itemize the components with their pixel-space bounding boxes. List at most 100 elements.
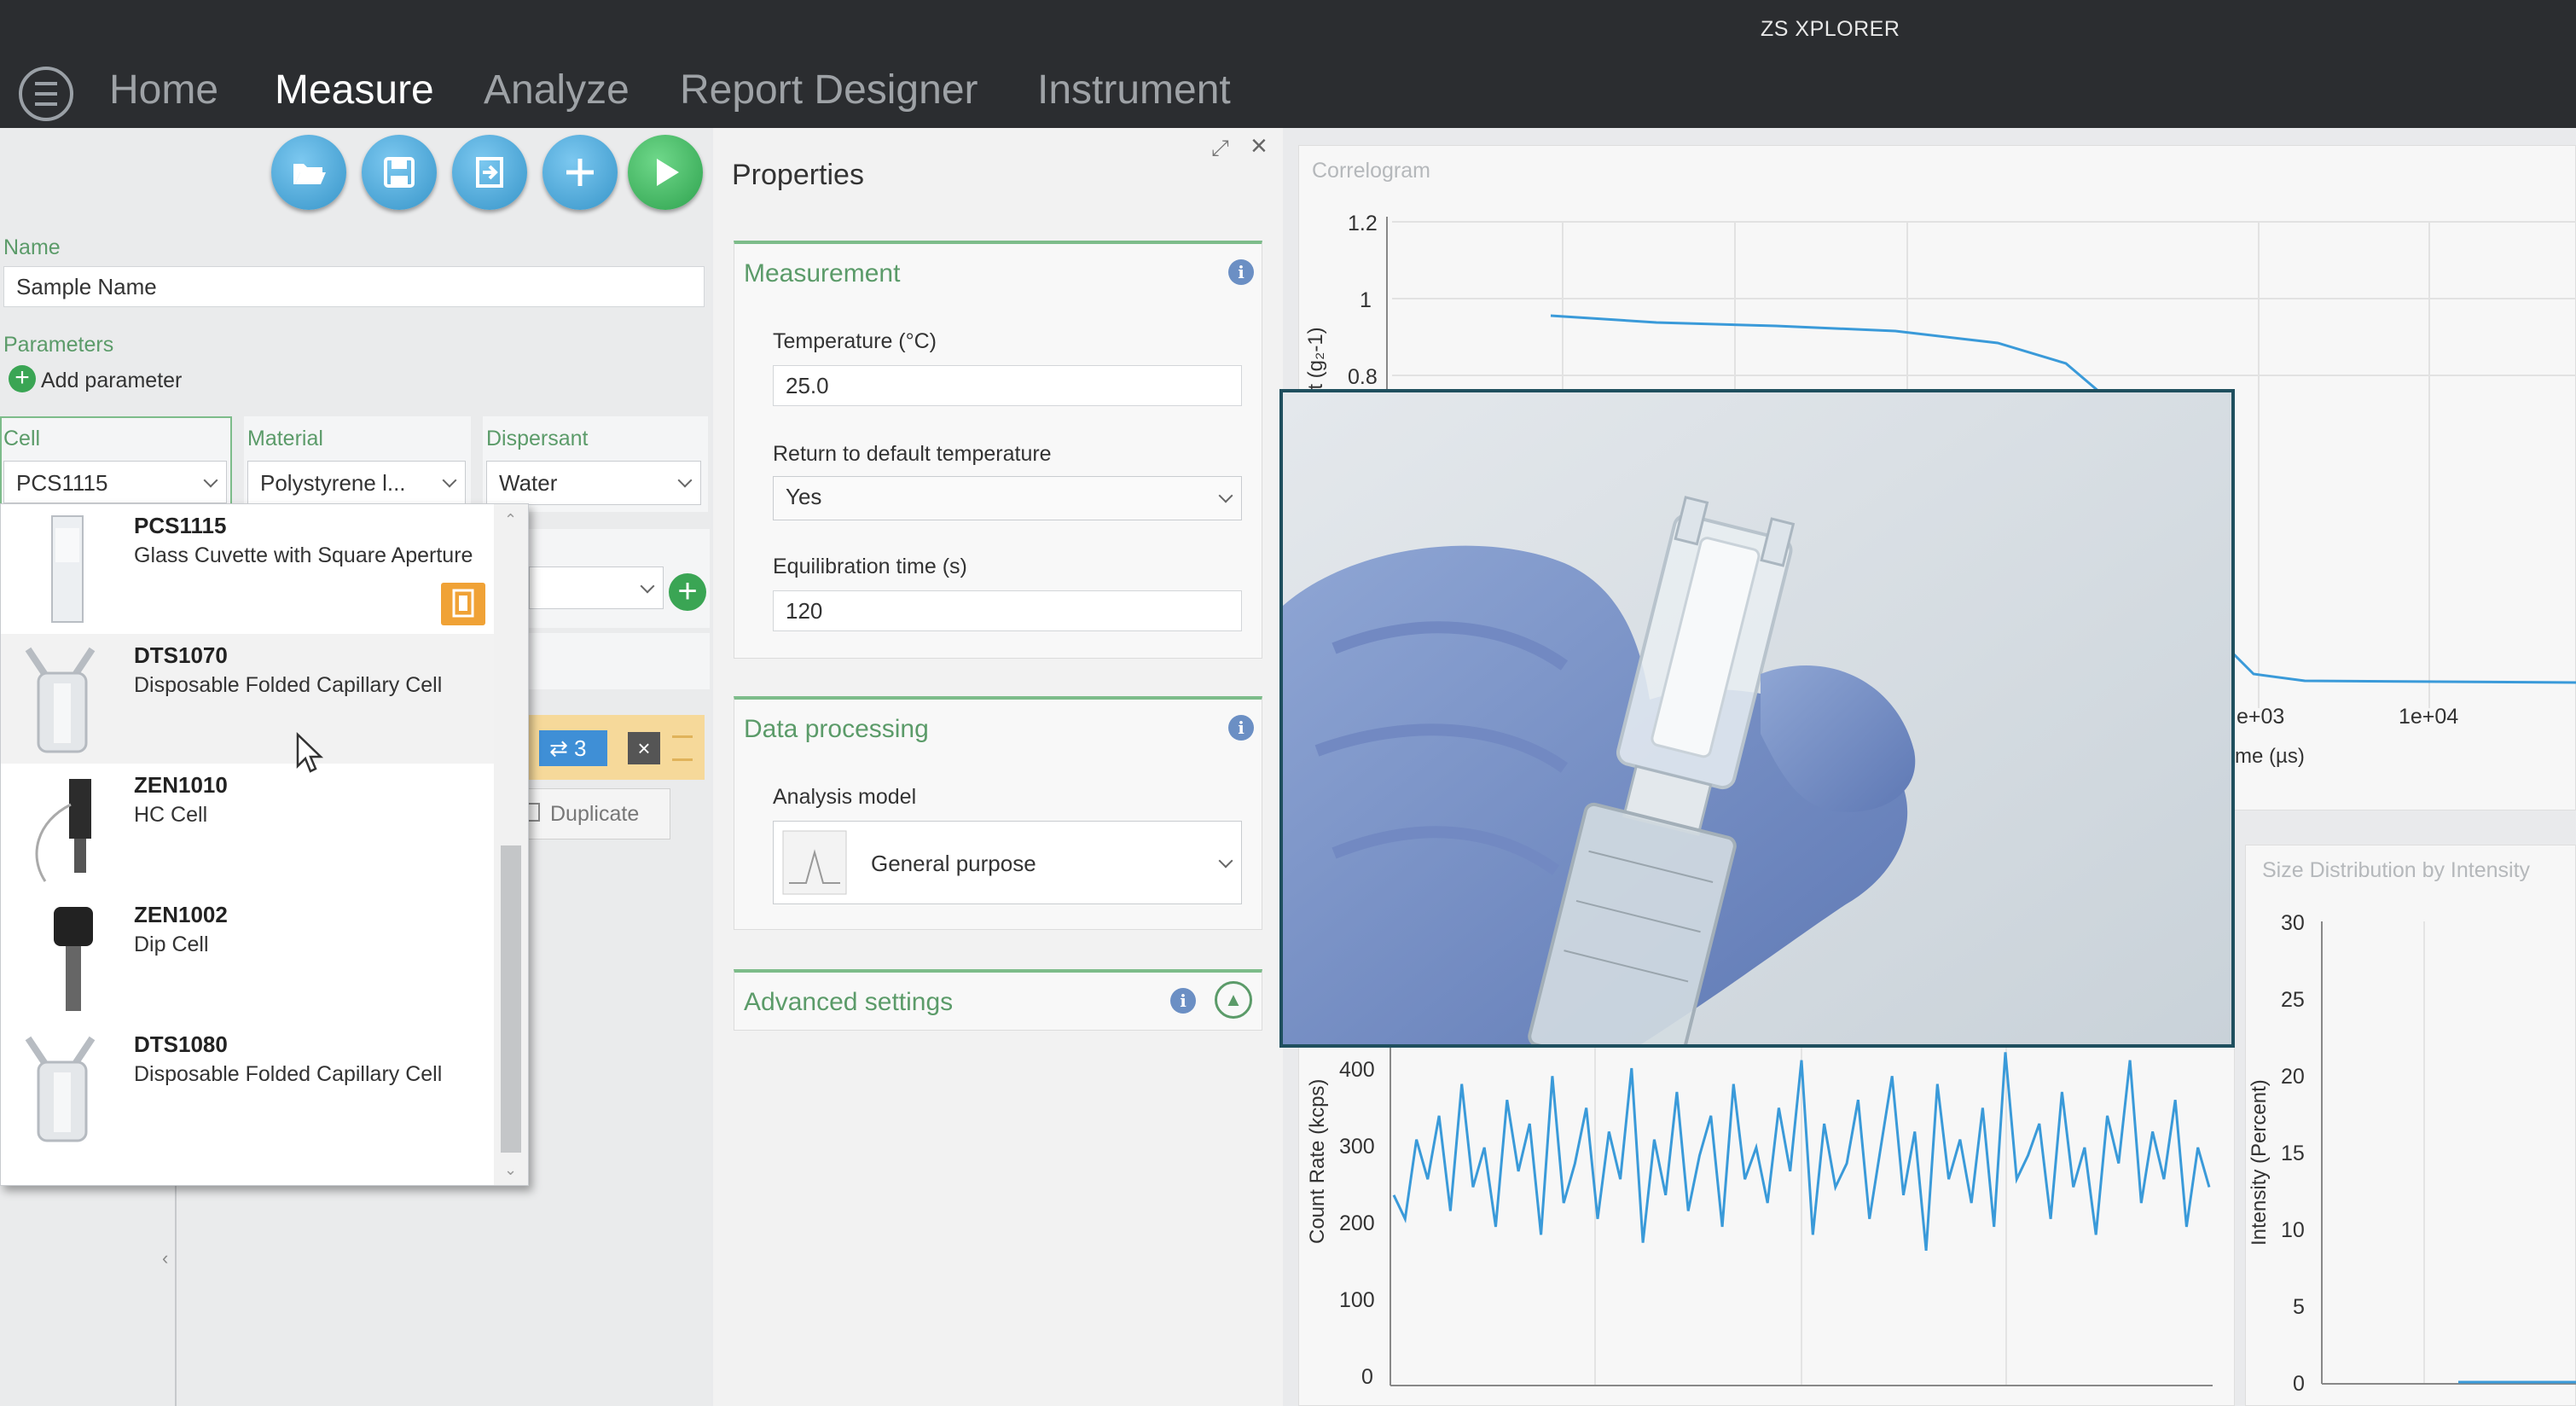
scroll-up-icon[interactable]: ⌃: [504, 511, 517, 529]
save-button[interactable]: [362, 135, 437, 210]
sample-name-input[interactable]: Sample Name: [3, 266, 705, 307]
return-default-label: Return to default temperature: [773, 442, 1052, 466]
cell-description: Disposable Folded Capillary Cell: [134, 673, 443, 697]
chevron-down-icon: [1218, 853, 1233, 869]
ytick: 0.8: [1348, 365, 1378, 389]
repeat-count: 3: [574, 735, 587, 761]
cell-description: Dip Cell: [134, 932, 209, 956]
chevron-down-icon: [203, 473, 218, 488]
run-button[interactable]: [628, 135, 703, 210]
data-processing-title: Data processing: [744, 715, 929, 743]
folded-capillary-thumbnail: [25, 1036, 96, 1142]
cell-code: ZEN1010: [134, 772, 228, 798]
app-title: ZS XPLORER: [1761, 17, 1900, 41]
return-default-select[interactable]: Yes: [773, 476, 1242, 520]
folder-open-icon: [293, 164, 326, 184]
dispersant-select[interactable]: Water: [486, 461, 701, 505]
ytick: 1: [1360, 288, 1372, 312]
analysis-model-value: General purpose: [871, 851, 1036, 876]
ytick: 400: [1339, 1058, 1375, 1082]
tab-home[interactable]: Home: [109, 67, 218, 113]
xtick: e+03: [2237, 705, 2284, 729]
folded-capillary-thumbnail: [25, 647, 96, 753]
tab-analyze[interactable]: Analyze: [484, 67, 629, 113]
mouse-cursor-icon: [296, 732, 324, 773]
add-button[interactable]: [542, 135, 618, 210]
save-icon: [384, 157, 415, 188]
scrollbar-thumb[interactable]: [501, 845, 521, 1153]
sequence-card-bg: [529, 633, 710, 689]
hamburger-menu-icon[interactable]: [19, 67, 73, 121]
chevron-down-icon: [677, 473, 693, 488]
dropdown-item-dts1080[interactable]: DTS1080 Disposable Folded Capillary Cell: [1, 1023, 494, 1153]
tab-instrument[interactable]: Instrument: [1037, 67, 1231, 113]
add-parameter-link[interactable]: Add parameter: [41, 369, 182, 393]
temperature-input[interactable]: 25.0: [773, 365, 1242, 406]
measurement-title: Measurement: [744, 259, 901, 288]
xtick: 1e+04: [2399, 705, 2458, 729]
temperature-label: Temperature (°C): [773, 329, 937, 353]
cell-dropdown-list: PCS1115 Glass Cuvette with Square Apertu…: [0, 503, 529, 1186]
add-sop-icon[interactable]: +: [669, 573, 706, 611]
duplicate-button[interactable]: Duplicate: [519, 788, 670, 840]
chevron-down-icon: [640, 578, 655, 594]
material-label: Material: [247, 427, 323, 450]
repeat-badge[interactable]: ⇄ 3: [539, 730, 607, 766]
add-parameter-icon[interactable]: +: [9, 365, 36, 392]
expand-icon[interactable]: ⤢: [1211, 135, 1229, 162]
analysis-model-select[interactable]: General purpose: [773, 821, 1242, 904]
dropdown-item-pcs1115[interactable]: PCS1115 Glass Cuvette with Square Apertu…: [1, 504, 494, 634]
ytick: 15: [2281, 1142, 2305, 1165]
plus-icon: [566, 159, 594, 186]
dip-cell-thumbnail: [54, 907, 93, 1011]
cell-select-value: PCS1115: [16, 470, 108, 496]
close-icon[interactable]: ×: [1250, 130, 1268, 163]
play-icon: [657, 159, 679, 186]
collapse-arrow-icon[interactable]: ‹: [162, 1247, 168, 1269]
info-icon[interactable]: i: [1170, 988, 1196, 1014]
equilibration-input[interactable]: 120: [773, 590, 1242, 631]
ytick: 100: [1339, 1288, 1375, 1312]
cuvette-thumbnail: [51, 515, 84, 623]
tab-report-designer[interactable]: Report Designer: [680, 67, 978, 113]
dropdown-scrollbar[interactable]: ⌃ ⌄: [494, 504, 528, 1185]
video-overlay: [1279, 389, 2235, 1048]
cell-select[interactable]: PCS1115: [3, 461, 227, 503]
ytick: 1.2: [1348, 212, 1378, 235]
hc-cell-thumbnail: [35, 779, 91, 882]
cell-description: Glass Cuvette with Square Aperture: [134, 543, 473, 567]
ytick: 25: [2281, 988, 2305, 1012]
material-select[interactable]: Polystyrene l...: [247, 461, 466, 505]
export-icon: [476, 157, 503, 188]
ytick: 200: [1339, 1211, 1375, 1235]
sop-select[interactable]: [529, 566, 664, 609]
dispersant-label: Dispersant: [486, 427, 589, 450]
ytick: 30: [2281, 911, 2305, 935]
chevron-down-icon: [1218, 488, 1233, 503]
properties-title: Properties: [732, 159, 864, 191]
dropdown-item-zen1002[interactable]: ZEN1002 Dip Cell: [1, 893, 494, 1023]
dispersant-select-value: Water: [499, 470, 558, 496]
duplicate-label: Duplicate: [550, 802, 640, 826]
gloved-hand-holding-cell-image: [1283, 392, 2231, 1044]
size-distribution-chart: 30 25 20 15 10 5 0 Intensity (Percent): [2248, 911, 2576, 1396]
dropdown-item-dts1070[interactable]: DTS1070 Disposable Folded Capillary Cell: [1, 634, 494, 764]
remove-step-icon[interactable]: ×: [628, 732, 660, 764]
count-rate-chart: 400 300 200 100 0 Count Rate (kcps): [1306, 1048, 2213, 1389]
advanced-settings-title: Advanced settings: [744, 988, 954, 1016]
info-icon[interactable]: i: [1228, 715, 1254, 741]
info-icon[interactable]: i: [1228, 259, 1254, 285]
expand-advanced-icon[interactable]: ▲: [1215, 981, 1252, 1019]
drag-handle-icon[interactable]: [672, 735, 693, 761]
dropdown-item-zen1010[interactable]: ZEN1010 HC Cell: [1, 764, 494, 893]
scroll-down-icon[interactable]: ⌄: [504, 1161, 517, 1179]
open-button[interactable]: [271, 135, 346, 210]
ytick: 5: [2293, 1295, 2305, 1319]
tab-measure[interactable]: Measure: [275, 67, 434, 113]
cell-code: DTS1070: [134, 642, 228, 668]
export-button[interactable]: [452, 135, 527, 210]
ytick: 20: [2281, 1065, 2305, 1089]
analysis-model-label: Analysis model: [773, 785, 917, 809]
cell-description: Disposable Folded Capillary Cell: [134, 1062, 443, 1086]
material-select-value: Polystyrene l...: [260, 470, 406, 496]
